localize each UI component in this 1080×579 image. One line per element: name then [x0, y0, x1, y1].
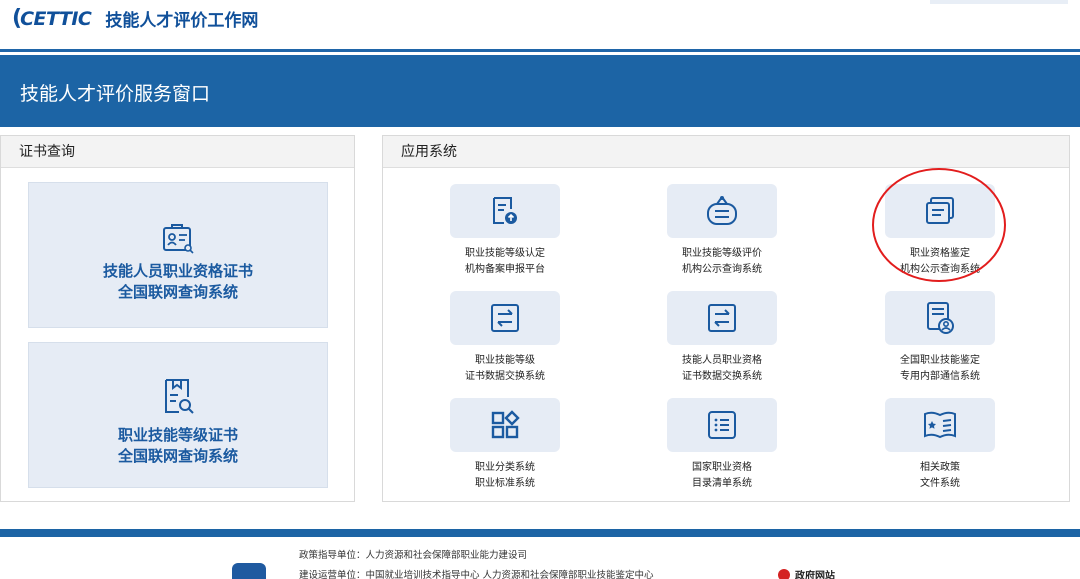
- app-tile[interactable]: [885, 291, 995, 345]
- cert-card-line1: 技能人员职业资格证书: [102, 262, 253, 280]
- cert-card-line2: 全国联网查询系统: [117, 447, 238, 465]
- app-label-line2: 专用内部通信系统: [900, 371, 980, 382]
- top-search-box[interactable]: [930, 0, 1068, 4]
- app-label-line1: 职业技能等级认定: [465, 248, 545, 259]
- footer-guidance-unit: 政策指导单位：人力资源和社会保障部职业能力建设司: [299, 550, 528, 561]
- app-label-line2: 机构备案申报平台: [465, 264, 545, 275]
- app-skill-level-filing[interactable]: 职业技能等级认定 机构备案申报平台: [450, 184, 560, 278]
- gov-website-badge[interactable]: 政府网站: [778, 567, 835, 579]
- app-tile[interactable]: [667, 291, 777, 345]
- cert-card-line2: 全国联网查询系统: [117, 283, 238, 301]
- app-label-line2: 证书数据交换系统: [682, 371, 762, 382]
- banner-title: 技能人才评价服务窗口: [20, 83, 211, 105]
- app-tile[interactable]: [450, 184, 560, 238]
- list-icon: [708, 411, 736, 439]
- app-label-line2: 职业标准系统: [475, 478, 535, 489]
- app-skill-cert-exchange[interactable]: 职业技能等级 证书数据交换系统: [450, 291, 560, 385]
- exchange-icon: [491, 304, 519, 332]
- certificate-icon: [163, 224, 194, 254]
- cert-card-line1: 职业技能等级证书: [117, 426, 238, 444]
- app-tile[interactable]: [667, 398, 777, 452]
- gov-badge-label: 政府网站: [795, 571, 835, 579]
- app-label-line2: 目录清单系统: [692, 478, 752, 489]
- site-logo[interactable]: ( CETTIC 技能人才评价工作网: [12, 6, 258, 31]
- app-occupation-classification[interactable]: 职业分类系统 职业标准系统: [450, 398, 560, 492]
- app-tile[interactable]: [885, 398, 995, 452]
- footer-operator-unit: 建设运营单位：中国就业培训技术指导中心 人力资源和社会保障部职业技能鉴定中心: [299, 570, 654, 579]
- site-footer: 政策指导单位：人力资源和社会保障部职业能力建设司 建设运营单位：中国就业培训技术…: [0, 537, 1080, 579]
- app-label-line1: 职业分类系统: [475, 462, 535, 473]
- site-title: 技能人才评价工作网: [105, 11, 259, 31]
- app-policy-documents[interactable]: 相关政策 文件系统: [885, 398, 995, 492]
- app-label-line1: 技能人员职业资格: [682, 355, 762, 366]
- policy-book-icon: [924, 411, 956, 439]
- document-upload-icon: [493, 197, 517, 224]
- app-label-line1: 相关政策: [920, 462, 960, 473]
- app-tile[interactable]: [450, 398, 560, 452]
- app-label-line1: 全国职业技能鉴定: [900, 355, 980, 366]
- app-tile[interactable]: [450, 291, 560, 345]
- app-skill-eval-notice[interactable]: 职业技能等级评价 机构公示查询系统: [667, 184, 777, 278]
- site-header: ( CETTIC 技能人才评价工作网: [0, 0, 1080, 50]
- app-label-line1: 国家职业资格: [692, 462, 752, 473]
- app-label-line1: 职业技能等级: [475, 355, 535, 366]
- app-label-line2: 证书数据交换系统: [465, 371, 545, 382]
- document-search-icon: [165, 379, 194, 414]
- app-tile[interactable]: [667, 184, 777, 238]
- app-label-line2: 机构公示查询系统: [682, 264, 762, 275]
- category-grid-icon: [491, 410, 520, 439]
- app-qualification-cert-exchange[interactable]: 技能人员职业资格 证书数据交换系统: [667, 291, 777, 385]
- service-banner: 技能人才评价服务窗口: [0, 55, 1080, 127]
- app-label-line2: 文件系统: [920, 478, 960, 489]
- app-qualification-catalog[interactable]: 国家职业资格 目录清单系统: [667, 398, 777, 492]
- cert-query-panel: 证书查询 技能人员职业资格证书 全国联网查询系统 职业技能等级证书 全国联网查询…: [0, 135, 355, 502]
- logo-text: CETTIC: [20, 7, 92, 30]
- highlight-circle: [872, 168, 1006, 282]
- apps-panel-title: 应用系统: [383, 136, 1069, 168]
- gov-badge-icon: [778, 568, 790, 579]
- header-divider: [0, 49, 1080, 52]
- footer-divider: [0, 529, 1080, 537]
- app-internal-communication[interactable]: 全国职业技能鉴定 专用内部通信系统: [885, 291, 995, 385]
- cert-card-skill-level[interactable]: 职业技能等级证书 全国联网查询系统: [28, 342, 328, 488]
- app-label-line1: 职业技能等级评价: [682, 248, 762, 259]
- notice-board-icon: [707, 196, 737, 225]
- cert-panel-title: 证书查询: [1, 136, 354, 168]
- cert-card-qualification[interactable]: 技能人员职业资格证书 全国联网查询系统: [28, 182, 328, 328]
- footer-emblem-icon: [232, 563, 266, 579]
- exchange-icon: [708, 304, 736, 332]
- document-user-icon: [927, 302, 954, 334]
